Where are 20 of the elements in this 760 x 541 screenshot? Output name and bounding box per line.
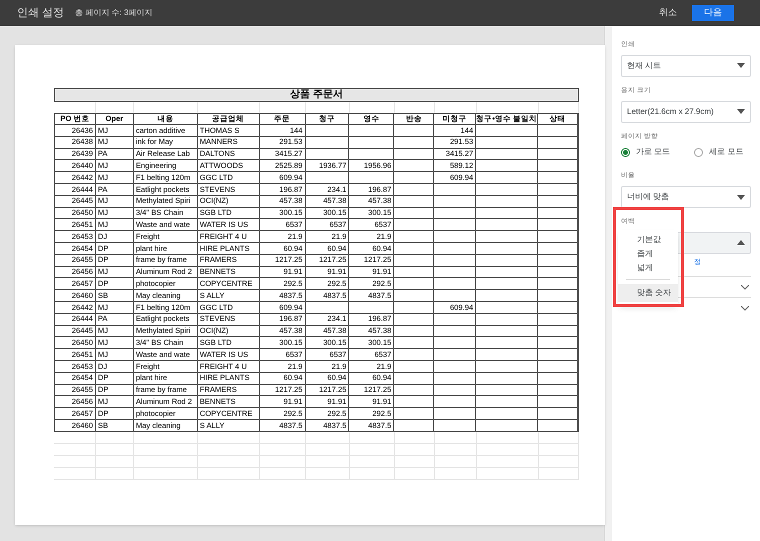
- chevron-icon: [741, 306, 749, 311]
- select-field[interactable]: Letter(21.6cm x 27.9cm): [621, 100, 751, 122]
- cancel-button[interactable]: 취소: [659, 6, 677, 20]
- menu-item[interactable]: 좁게: [618, 247, 678, 261]
- menu-item[interactable]: 넓게: [618, 261, 678, 275]
- select-field[interactable]: 현재 시트: [621, 54, 751, 77]
- select-field[interactable]: 너비에 맞춤: [621, 186, 751, 208]
- radio-option[interactable]: 가로 모드: [621, 146, 670, 158]
- menu-item[interactable]: 기본값: [618, 233, 678, 247]
- chevron-icon: [741, 284, 749, 290]
- caret-icon: [737, 240, 745, 246]
- next-button[interactable]: 다음: [692, 5, 734, 21]
- caret-icon: [737, 194, 745, 200]
- caret-icon: [737, 109, 745, 114]
- radio-option[interactable]: 세로 모드: [694, 146, 744, 158]
- menu-item[interactable]: 맞춤 숫자: [618, 284, 678, 302]
- page-title: 인쇄 설정: [17, 6, 64, 21]
- caret-icon: [737, 63, 745, 68]
- sheet-title: 상품 주문서: [54, 88, 579, 102]
- page-count: 총 페이지 수: 3페이지: [75, 7, 152, 19]
